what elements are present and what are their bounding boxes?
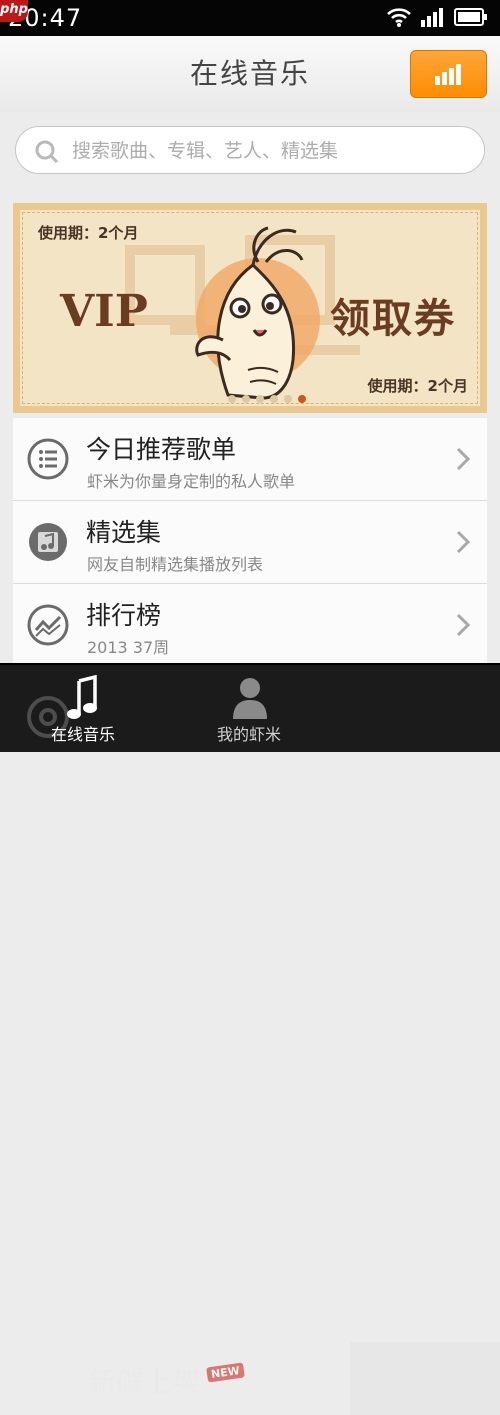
list-item-subtitle: 2013 37周 [87,638,170,657]
peek-item-title: 新碟上架 [88,1366,201,1399]
tab-my-xiami[interactable]: 我的虾米 [166,665,332,752]
bottom-tab-bar: 新碟上架 NEW 在线音乐 我的虾米 [0,663,500,1415]
php-watermark-badge: php [0,0,28,22]
trend-chart-icon [27,604,69,646]
feature-list: 今日推荐歌单 虾米为你量身定制的私人歌单 精选集 网友自制精选集播放列表 排行榜… [13,418,487,667]
chevron-right-icon [456,447,471,471]
search-area [0,112,500,188]
banner-coupon-text: 领取券 [330,295,456,342]
pager-dot[interactable] [256,395,264,403]
pager-dot[interactable] [270,395,278,403]
user-icon [233,678,267,719]
chart-button[interactable] [410,50,487,98]
list-item-subtitle: 虾米为你量身定制的私人歌单 [87,472,296,491]
list-item-title: 精选集 [86,518,162,547]
banner-vip-text: VIP [60,286,148,337]
list-item-collections[interactable]: 精选集 网友自制精选集播放列表 [13,501,487,584]
signal-icon [421,8,443,27]
tab-label: 我的虾米 [216,725,281,744]
pager-dot[interactable] [284,395,292,403]
cropped-area [350,1342,500,1415]
status-icons [386,6,488,28]
list-icon [27,438,69,480]
list-item-recommend[interactable]: 今日推荐歌单 虾米为你量身定制的私人歌单 [13,418,487,501]
app-header: 在线音乐 [0,36,500,113]
music-note-icon [29,523,67,561]
list-item-charts[interactable]: 排行榜 2013 37周 [13,584,487,667]
tab-label: 在线音乐 [50,725,115,744]
pager-dot-active[interactable] [298,395,306,403]
new-badge: NEW [206,1362,245,1383]
wifi-icon [387,8,411,27]
chevron-right-icon [456,530,471,554]
list-item-title: 排行榜 [86,601,162,630]
banner-period-top: 使用期：2个月 [38,224,139,242]
music-note-icon [67,675,97,719]
shrimp-mascot [195,226,320,400]
list-item-title: 今日推荐歌单 [86,435,237,464]
chevron-right-icon [456,613,471,637]
tab-online-music[interactable]: 在线音乐 [0,665,166,752]
list-item-subtitle: 网友自制精选集播放列表 [87,555,264,574]
vip-banner[interactable]: 使用期：2个月 VIP 领取券 使用期：2个月 [13,203,487,413]
banner-pager [228,395,306,403]
search-input[interactable] [70,127,464,175]
search-box[interactable] [15,126,485,175]
search-icon [35,140,59,164]
pager-dot[interactable] [228,395,236,403]
banner-period-bottom: 使用期：2个月 [367,377,468,395]
status-bar: 20:47 php [0,0,500,36]
battery-icon [454,8,487,26]
pager-dot[interactable] [242,395,250,403]
bar-chart-icon [435,64,461,85]
